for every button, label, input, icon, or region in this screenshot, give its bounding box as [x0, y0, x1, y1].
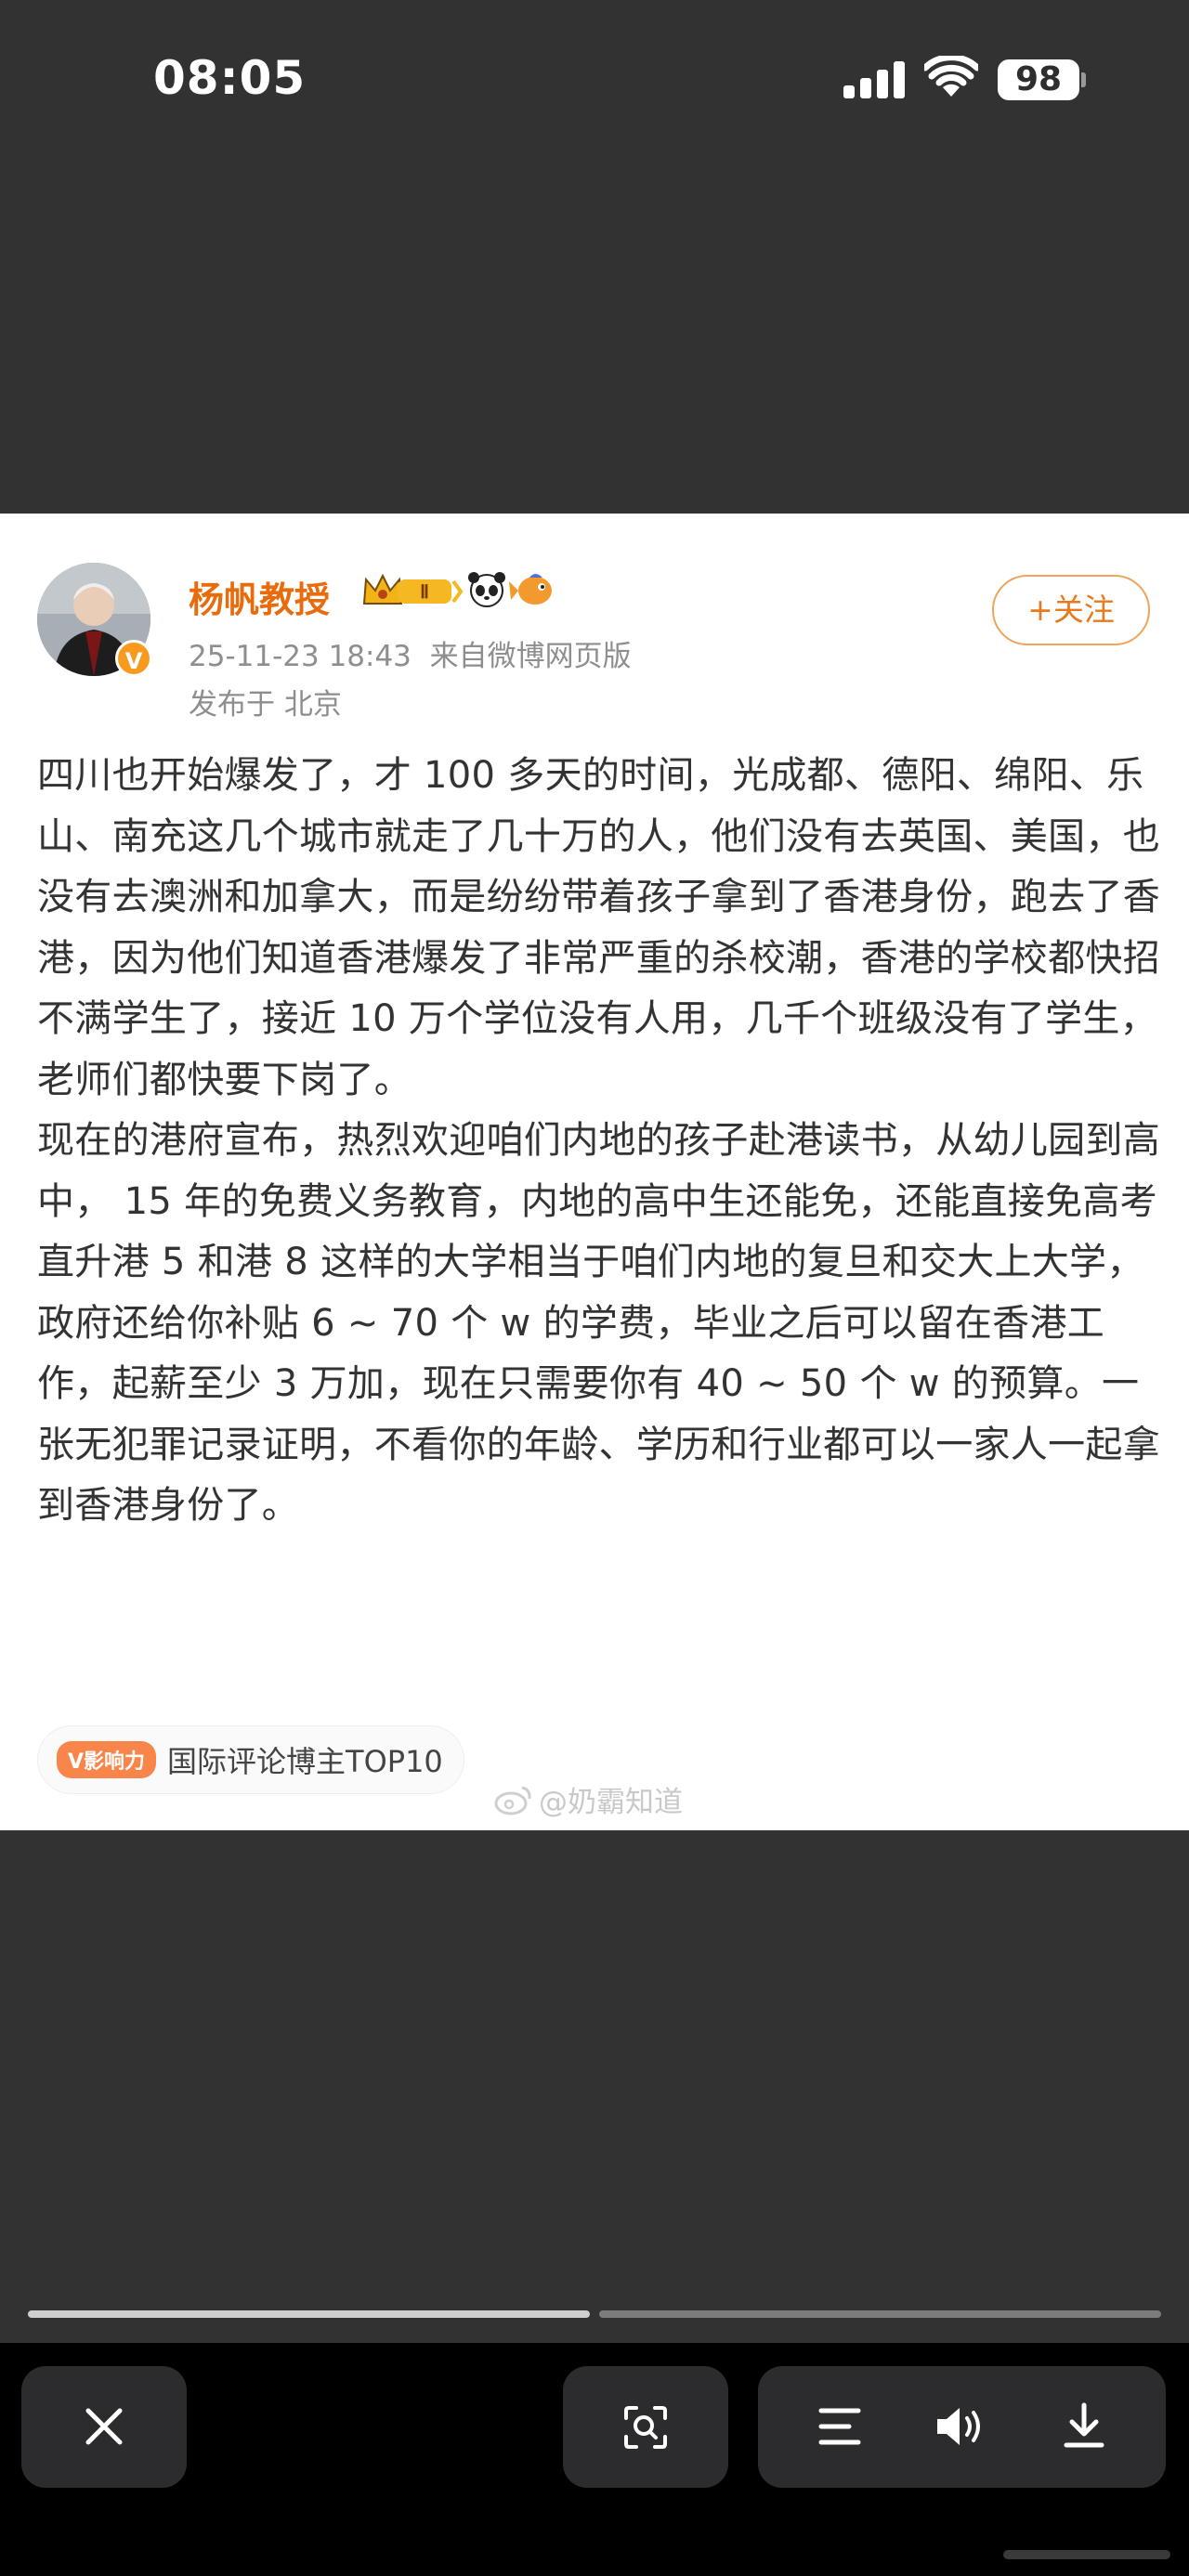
download-icon[interactable]	[1063, 2401, 1105, 2450]
influence-tag[interactable]: V影响力 国际评论博主TOP10	[37, 1725, 464, 1794]
fish-icon	[509, 574, 552, 605]
status-time: 08:05	[153, 51, 307, 105]
speaker-icon[interactable]	[934, 2405, 986, 2448]
page-indicator-inactive[interactable]	[599, 2310, 1161, 2318]
scan-button[interactable]	[563, 2366, 728, 2488]
user-badges: Ⅱ	[362, 572, 552, 607]
post-location: 发布于 北京	[189, 688, 342, 722]
post-text: 四川也开始爆发了，才 100 多天的时间，光成都、德阳、绵阳、乐山、南充这几个城…	[37, 746, 1161, 1537]
action-group	[758, 2366, 1166, 2488]
battery-icon: 98	[998, 59, 1079, 100]
panda-icon	[468, 572, 505, 607]
page-indicator-active[interactable]	[28, 2310, 590, 2318]
crown-icon	[362, 573, 403, 605]
watermark: @奶霸知道	[494, 1778, 683, 1820]
weibo-icon	[494, 1786, 531, 1815]
follow-button[interactable]: +关注	[992, 575, 1150, 645]
influence-badge: V影响力	[57, 1741, 157, 1778]
wifi-icon	[924, 56, 978, 97]
signal-icon	[843, 61, 905, 98]
close-button[interactable]	[21, 2366, 187, 2488]
close-icon	[85, 2408, 123, 2445]
influence-tag-text: 国际评论博主TOP10	[167, 1744, 443, 1779]
post-meta: 25-11-23 18:43 来自微博网页版	[189, 632, 632, 674]
post-paragraph-1: 四川也开始爆发了，才 100 多天的时间，光成都、德阳、绵阳、乐山、南充这几个城…	[37, 754, 1160, 1101]
bottom-toolbar	[0, 2343, 1189, 2576]
post-timestamp: 25-11-23 18:43	[189, 640, 412, 673]
post-source[interactable]: 来自微博网页版	[430, 640, 632, 673]
home-indicator	[1003, 2550, 1170, 2559]
weibo-post-card: V 杨帆教授 Ⅱ 25-11-23 18:43 来自微博网页版 发布于 北京 +…	[0, 514, 1189, 1830]
post-paragraph-2: 现在的港府宣布，热烈欢迎咱们内地的孩子赴港读书，从幼儿园到高中， 15 年的免费…	[37, 1119, 1160, 1527]
verified-icon: V	[115, 640, 152, 677]
watermark-text: @奶霸知道	[539, 1786, 683, 1819]
level-badge: Ⅱ	[420, 582, 429, 603]
scan-icon	[624, 2406, 667, 2449]
menu-icon[interactable]	[817, 2407, 862, 2446]
author-name[interactable]: 杨帆教授	[189, 571, 330, 622]
battery-cap	[1081, 72, 1086, 87]
